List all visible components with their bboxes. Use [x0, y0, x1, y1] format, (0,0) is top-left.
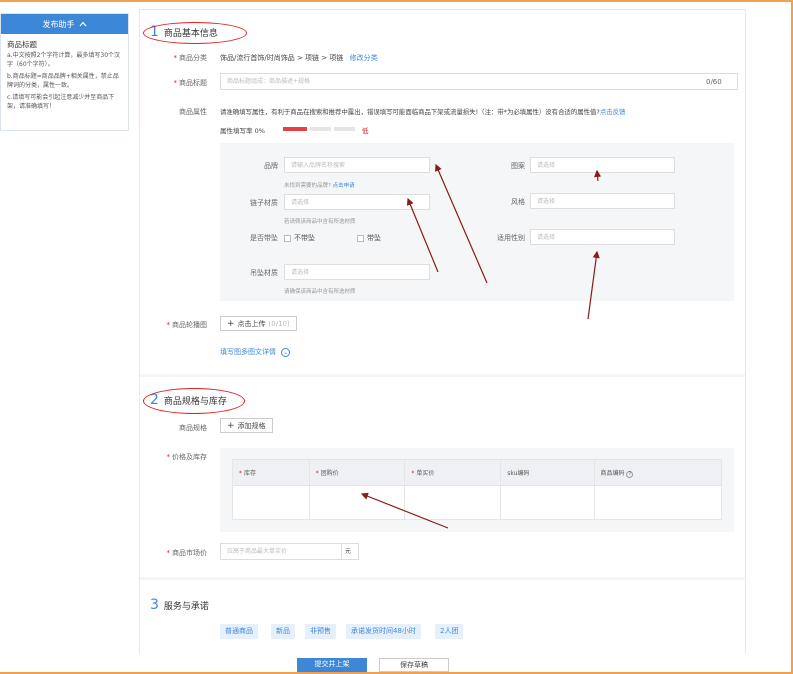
service-tag[interactable]: 普通商品: [220, 624, 258, 639]
checkbox[interactable]: [357, 234, 364, 242]
chain-material-select[interactable]: 请选择: [284, 194, 430, 210]
images-label: * 商品轮播图: [166, 321, 208, 329]
section-number: 3: [150, 597, 159, 613]
title-char-count: 0/60: [706, 78, 722, 86]
plus-icon: +: [227, 420, 235, 431]
checkbox[interactable]: [284, 234, 291, 242]
helper-heading: 商品标题: [7, 40, 37, 49]
col-stock: * 库存: [232, 459, 310, 486]
submit-button[interactable]: 提交并上架: [297, 658, 367, 672]
fill-rate-label: 属性填写率 0%: [220, 127, 265, 135]
feedback-link[interactable]: 点击反馈: [600, 108, 626, 116]
title-label: * 商品标题: [173, 79, 208, 87]
chain-material-label: 链子材质: [250, 199, 278, 207]
table-row: [232, 485, 722, 520]
market-price-label: * 商品市场价: [166, 549, 208, 557]
brand-label: 品牌: [264, 162, 278, 170]
cell-sku-code[interactable]: [500, 485, 595, 520]
fill-rate-bar: [334, 127, 355, 131]
helper-tip: b.商品标题=商品品牌+相关属性，禁止品牌词的分类，属性一致。: [7, 73, 119, 89]
chevron-up-icon: [79, 20, 87, 29]
pendant-option-no[interactable]: 不带坠: [284, 233, 315, 243]
add-spec-button[interactable]: + 添加规格: [220, 418, 273, 433]
service-tag[interactable]: 新品: [271, 624, 295, 639]
pendant-option-yes[interactable]: 带坠: [357, 233, 381, 243]
cell-stock[interactable]: [232, 485, 310, 520]
helper-tip: a.中文按照2个字符计算，最多填写30个汉字（60个字符）。: [7, 52, 121, 68]
helper-tip: c.请填写可能会引起注意减少并至商品下架，请准确填写！: [7, 94, 115, 110]
fill-rate-bar: [310, 127, 331, 131]
pendant-material-hint: 请确保该商品中含有所选材质: [284, 289, 356, 295]
category-label: * 商品分类: [173, 54, 208, 62]
gender-label: 适用性别: [497, 234, 525, 242]
pendant-material-label: 吊坠材质: [250, 269, 278, 277]
pendant-material-select[interactable]: 请选择: [284, 264, 430, 280]
plus-icon: +: [227, 318, 235, 329]
fill-rate-indicator: [283, 127, 307, 131]
section-title: 服务与承诺: [163, 602, 209, 612]
help-icon[interactable]: ?: [626, 470, 634, 478]
service-tag[interactable]: 2人团: [435, 624, 464, 639]
chain-material-hint: 若请佩该商品中含有所选材质: [284, 219, 356, 225]
col-sku-code: sku编码: [500, 459, 595, 486]
attributes-label: 商品属性: [179, 108, 207, 116]
upload-image-button[interactable]: + 点击上传 (0/10): [220, 316, 297, 331]
pattern-label: 图案: [511, 162, 525, 170]
price-stock-label: * 价格及库存: [166, 453, 208, 461]
service-tag[interactable]: 非预售: [305, 624, 336, 639]
col-single-price: * 单买价: [404, 459, 502, 486]
market-price-input[interactable]: 应高于商品最大单买价: [220, 543, 342, 560]
currency-unit: 元: [341, 543, 359, 560]
attributes-notice: 请准确填写属性，有利于商品在搜索和推荐中露出，错误填写可能面临商品下架或流量损失…: [220, 108, 626, 116]
helper-toggle[interactable]: 发布助手: [1, 14, 128, 34]
style-label: 风格: [511, 198, 525, 206]
title-input[interactable]: 商品标题组成：商品描述+规格: [220, 73, 738, 90]
gender-select[interactable]: 请选择: [530, 229, 675, 245]
cell-single-price[interactable]: [404, 485, 502, 520]
pattern-select[interactable]: 请选择: [530, 157, 675, 173]
pendant-label: 是否带坠: [250, 234, 278, 242]
style-select[interactable]: 请选择: [530, 193, 675, 209]
cell-goods-code[interactable]: [593, 485, 722, 520]
apply-brand-link[interactable]: 点击申请: [333, 183, 355, 189]
chevron-down-icon: ⌄: [281, 348, 291, 357]
col-group-price: * 团购价: [308, 459, 406, 486]
fill-rate-level: 低: [362, 127, 369, 135]
helper-title: 发布助手: [42, 19, 75, 29]
brand-hint: 未找到需要的品牌? 点击申请: [284, 183, 355, 189]
publish-helper-panel: 发布助手 商品标题 a.中文按照2个字符计算，最多填写30个汉字（60个字符）。…: [0, 13, 129, 131]
section-3-header: 3 服务与承诺: [150, 597, 209, 613]
edit-category-link[interactable]: 修改分类: [350, 54, 378, 62]
price-stock-table: * 库存 * 团购价 * 单买价 sku编码 商品编码 ?: [232, 459, 722, 520]
window-frame-top: [0, 0, 793, 4]
service-tag[interactable]: 承诺发货时间48小时: [346, 624, 421, 639]
annotation-circle: [143, 388, 245, 414]
brand-search-input[interactable]: 请输入品牌名称搜索: [284, 157, 430, 173]
cell-group-price[interactable]: [308, 485, 406, 520]
spec-label: 商品规格: [179, 424, 207, 432]
section-service: [140, 580, 745, 654]
annotation-circle: [143, 22, 247, 44]
save-draft-button[interactable]: 保存草稿: [379, 658, 449, 672]
category-path: 饰品/流行首饰/时尚饰品 > 项链 > 项链 修改分类: [220, 54, 378, 62]
detail-rich-text-link[interactable]: 填写图多图文详情 ⌄: [220, 347, 291, 357]
col-goods-code: 商品编码 ?: [593, 459, 722, 486]
